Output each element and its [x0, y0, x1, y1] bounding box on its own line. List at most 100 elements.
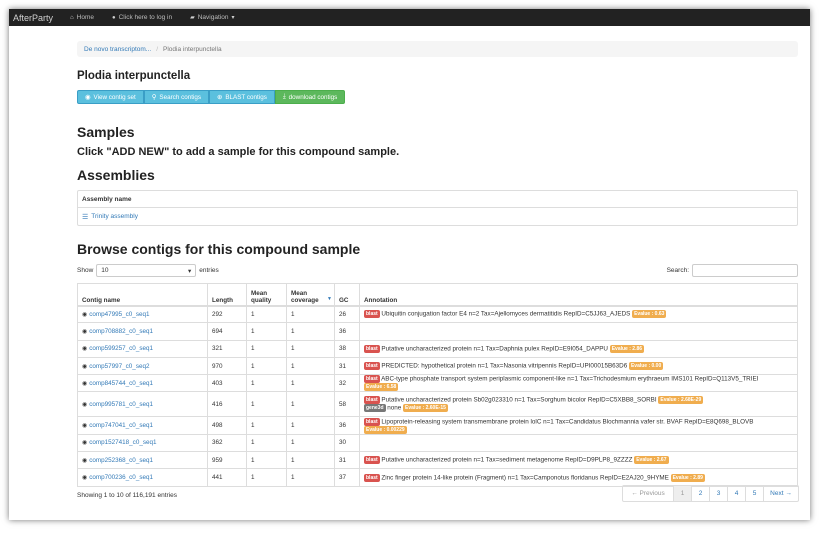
- blast-badge: blast: [364, 417, 380, 426]
- page-3-button[interactable]: 3: [709, 486, 727, 501]
- nav-login[interactable]: ● Click here to log in: [103, 14, 181, 21]
- brand-link[interactable]: AfterParty: [9, 13, 61, 23]
- contig-link[interactable]: comp252368_c0_seq1: [89, 457, 153, 464]
- assembly-link[interactable]: Trinity assembly: [91, 213, 138, 220]
- contig-link[interactable]: comp700236_c0_seq1: [89, 474, 153, 481]
- search-contigs-button[interactable]: ⚲ Search contigs: [143, 90, 210, 104]
- page-4-button[interactable]: 4: [727, 486, 745, 501]
- browser-window: AfterParty ⌂ Home ● Click here to log in ▰…: [9, 9, 810, 520]
- contig-cell: ◉ comp700236_c0_seq1: [77, 468, 208, 487]
- page-1-button[interactable]: 1: [673, 486, 691, 501]
- col-gc[interactable]: GC: [334, 283, 360, 307]
- gene3d-badge: gene3d: [364, 404, 386, 413]
- table-row: ◉ comp700236_c0_seq1 441 1 1 37 blast Zinc fin…: [77, 468, 798, 487]
- quality-cell: 1: [246, 339, 287, 358]
- next-page-button[interactable]: Next →: [763, 486, 798, 501]
- contig-cell: ◉ comp599257_c0_seq1: [77, 339, 208, 358]
- length-cell: 694: [207, 322, 247, 341]
- contig-link[interactable]: comp47995_c0_seq1: [89, 311, 149, 318]
- annotation-cell: blast ABC-type phosphate transport syste…: [359, 374, 798, 392]
- contig-link[interactable]: comp845744_c0_seq1: [89, 380, 153, 387]
- view-contig-set-button[interactable]: ◉ View contig set: [77, 90, 144, 104]
- download-contigs-button[interactable]: ⤓ download contigs: [274, 90, 346, 104]
- gc-cell: 32: [334, 374, 360, 392]
- col-annotation[interactable]: Annotation: [359, 283, 798, 307]
- table-header-row: Contig name Length Mean quality Mean cov…: [77, 283, 798, 307]
- page-length-select[interactable]: 10 ▾: [96, 264, 197, 277]
- eye-icon: ◉: [82, 457, 88, 464]
- blast-badge: blast: [364, 375, 380, 384]
- contig-cell: ◉ comp252368_c0_seq1: [77, 451, 208, 469]
- sort-desc-icon: ▼: [327, 295, 332, 302]
- blast-contigs-button[interactable]: ⊕ BLAST contigs: [209, 90, 275, 104]
- search-control: Search:: [667, 264, 798, 277]
- browse-heading: Browse contigs for this compound sample: [77, 241, 361, 257]
- coverage-cell: 1: [286, 322, 335, 341]
- gc-cell: 37: [334, 468, 360, 487]
- quality-cell: 1: [246, 416, 287, 435]
- contig-link[interactable]: comp57997_c0_seq2: [89, 363, 149, 370]
- search-icon: ⚲: [151, 93, 157, 101]
- annotation-text: Putative uncharacterized protein Sb02g02…: [381, 397, 657, 405]
- blast-badge: blast: [364, 473, 380, 482]
- page-5-button[interactable]: 5: [745, 486, 763, 501]
- page-2-button[interactable]: 2: [691, 486, 709, 501]
- view-contig-set-label: View contig set: [93, 93, 136, 101]
- length-control: Show 10 ▾ entries: [77, 264, 219, 277]
- user-icon: ●: [111, 14, 116, 21]
- evalue-badge: Evalue : 2.60E-15: [403, 404, 448, 413]
- nav-navigation-dropdown[interactable]: ▰ Navigation ▾: [181, 14, 243, 21]
- main-content: De novo transcriptom... / Plodia interpu…: [77, 26, 798, 499]
- annotation-cell: blast Putative uncharacterized protein S…: [359, 391, 798, 417]
- folder-icon: ▰: [190, 15, 195, 21]
- gc-cell: 31: [334, 356, 360, 375]
- col-mean-coverage[interactable]: Mean coverage ▼: [286, 283, 335, 307]
- gc-cell: 36: [334, 322, 360, 341]
- table-row: ◉ comp995781_c0_seq1 416 1 1 58 blast Putative…: [77, 391, 798, 417]
- contig-link[interactable]: comp995781_c0_seq1: [89, 401, 153, 408]
- col-contig-name[interactable]: Contig name: [77, 283, 208, 307]
- samples-heading: Samples: [77, 124, 135, 140]
- entries-label: entries: [199, 267, 219, 274]
- contig-link[interactable]: comp599257_c0_seq1: [89, 345, 153, 352]
- annotation-text: Putative uncharacterized protein n=1 Tax…: [381, 456, 633, 464]
- annotation-text: none: [387, 405, 402, 413]
- eye-icon: ◉: [82, 380, 88, 387]
- evalue-badge: Evalue : 2.89: [670, 473, 705, 482]
- contig-link[interactable]: comp747041_c0_seq1: [89, 422, 153, 429]
- col-length[interactable]: Length: [207, 283, 247, 307]
- contig-cell: ◉ comp845744_c0_seq1: [77, 374, 208, 392]
- eye-icon: ◉: [85, 93, 91, 101]
- search-input[interactable]: [692, 264, 798, 277]
- col-mean-coverage-label: Mean coverage: [291, 289, 319, 304]
- pagination: ← Previous 1 2 3 4 5 Next →: [622, 485, 799, 502]
- gc-cell: 31: [334, 451, 360, 469]
- contig-cell: ◉ comp747041_c0_seq1: [77, 416, 208, 435]
- contig-link[interactable]: comp1527418_c0_seq1: [89, 439, 156, 446]
- nav-home[interactable]: ⌂ Home: [61, 14, 103, 21]
- blast-badge: blast: [364, 310, 380, 319]
- blast-badge: blast: [364, 362, 380, 371]
- breadcrumb-separator: /: [156, 45, 159, 53]
- chevron-down-icon: ▾: [188, 267, 192, 275]
- coverage-cell: 1: [286, 391, 335, 417]
- table-row: ◉ comp1527418_c0_seq1 362 1 1 30: [77, 433, 798, 452]
- length-cell: 403: [207, 374, 247, 392]
- breadcrumb-parent-link[interactable]: De novo transcriptom...: [84, 46, 151, 53]
- breadcrumb-current: Plodia interpunctella: [163, 45, 222, 53]
- col-mean-quality-label: Mean quality: [251, 289, 272, 304]
- length-cell: 321: [207, 339, 247, 358]
- quality-cell: 1: [246, 356, 287, 375]
- contig-link[interactable]: comp708882_c0_seq1: [89, 328, 153, 335]
- annotation-cell: blast Putative uncharacterized protein n…: [359, 451, 798, 469]
- quality-cell: 1: [246, 322, 287, 341]
- contigs-table: Contig name Length Mean quality Mean cov…: [77, 283, 798, 487]
- length-cell: 362: [207, 433, 247, 452]
- annotation-cell: blast Putative uncharacterized protein n…: [359, 339, 798, 358]
- assemblies-panel: Assembly name ☰ Trinity assembly: [77, 190, 798, 226]
- prev-page-button[interactable]: ← Previous: [623, 486, 673, 501]
- col-mean-quality[interactable]: Mean quality: [246, 283, 287, 307]
- evalue-badge: Evalue : 2.67: [634, 456, 669, 465]
- annotation-cell: blast Lipoprotein-releasing system trans…: [359, 416, 798, 435]
- eye-icon: ◉: [82, 401, 88, 408]
